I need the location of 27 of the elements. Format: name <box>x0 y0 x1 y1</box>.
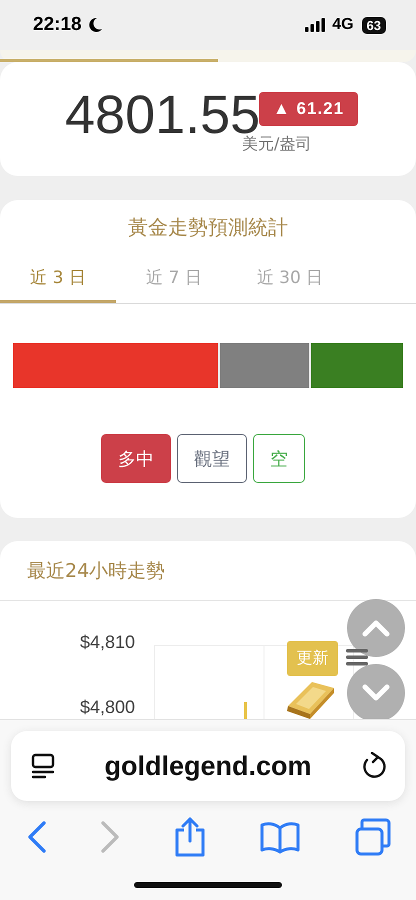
reload-icon[interactable] <box>360 752 387 780</box>
card-title: 黃金走勢預測統計 <box>127 214 289 241</box>
period-tab[interactable]: 近 7 日 <box>116 255 232 303</box>
update-button[interactable]: 更新 <box>287 641 338 676</box>
vote-button[interactable]: 觀望 <box>177 434 247 483</box>
back-icon[interactable] <box>27 820 47 854</box>
chevron-down-icon <box>361 683 391 703</box>
change-badge: ▲ 61.21 <box>259 92 358 126</box>
period-tab[interactable]: 近 30 日 <box>232 255 348 303</box>
moon-icon <box>86 17 103 33</box>
vote-button[interactable]: 空 <box>253 434 305 483</box>
vote-button[interactable]: 多中 <box>101 434 171 483</box>
signal-icon <box>305 18 326 32</box>
bookmarks-icon[interactable] <box>259 820 302 854</box>
axis-label: $4,800 <box>80 697 135 718</box>
card-title: 最近24小時走勢 <box>27 558 166 584</box>
address-bar[interactable]: goldlegend.com <box>11 731 405 801</box>
share-icon[interactable] <box>172 816 206 858</box>
axis-label: $4,810 <box>80 632 135 653</box>
period-tab[interactable]: 近 3 日 <box>0 255 116 303</box>
chevron-up-icon <box>361 618 391 638</box>
network-label: 4G <box>332 16 354 34</box>
clock: 22:18 <box>33 14 82 36</box>
url-text: goldlegend.com <box>104 750 312 782</box>
menu-icon[interactable] <box>346 648 368 666</box>
reader-icon[interactable] <box>31 753 55 779</box>
battery-indicator: 63 <box>362 16 386 34</box>
